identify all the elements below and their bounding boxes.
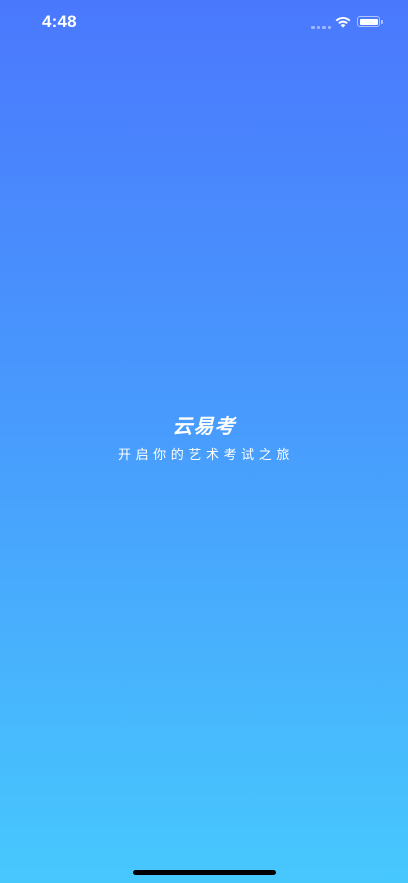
- cellular-signal-icon: [311, 26, 331, 29]
- app-name: 云易考: [172, 416, 236, 438]
- app-logo: 云易考: [0, 414, 408, 440]
- splash-tagline: 开启你的艺术考试之旅: [117, 447, 294, 462]
- wifi-icon: [335, 16, 351, 28]
- battery-cap: [381, 19, 383, 24]
- home-indicator[interactable]: [133, 870, 276, 875]
- status-bar: 4:48: [0, 0, 408, 46]
- battery-icon: [357, 16, 380, 27]
- status-time: 4:48: [42, 12, 77, 31]
